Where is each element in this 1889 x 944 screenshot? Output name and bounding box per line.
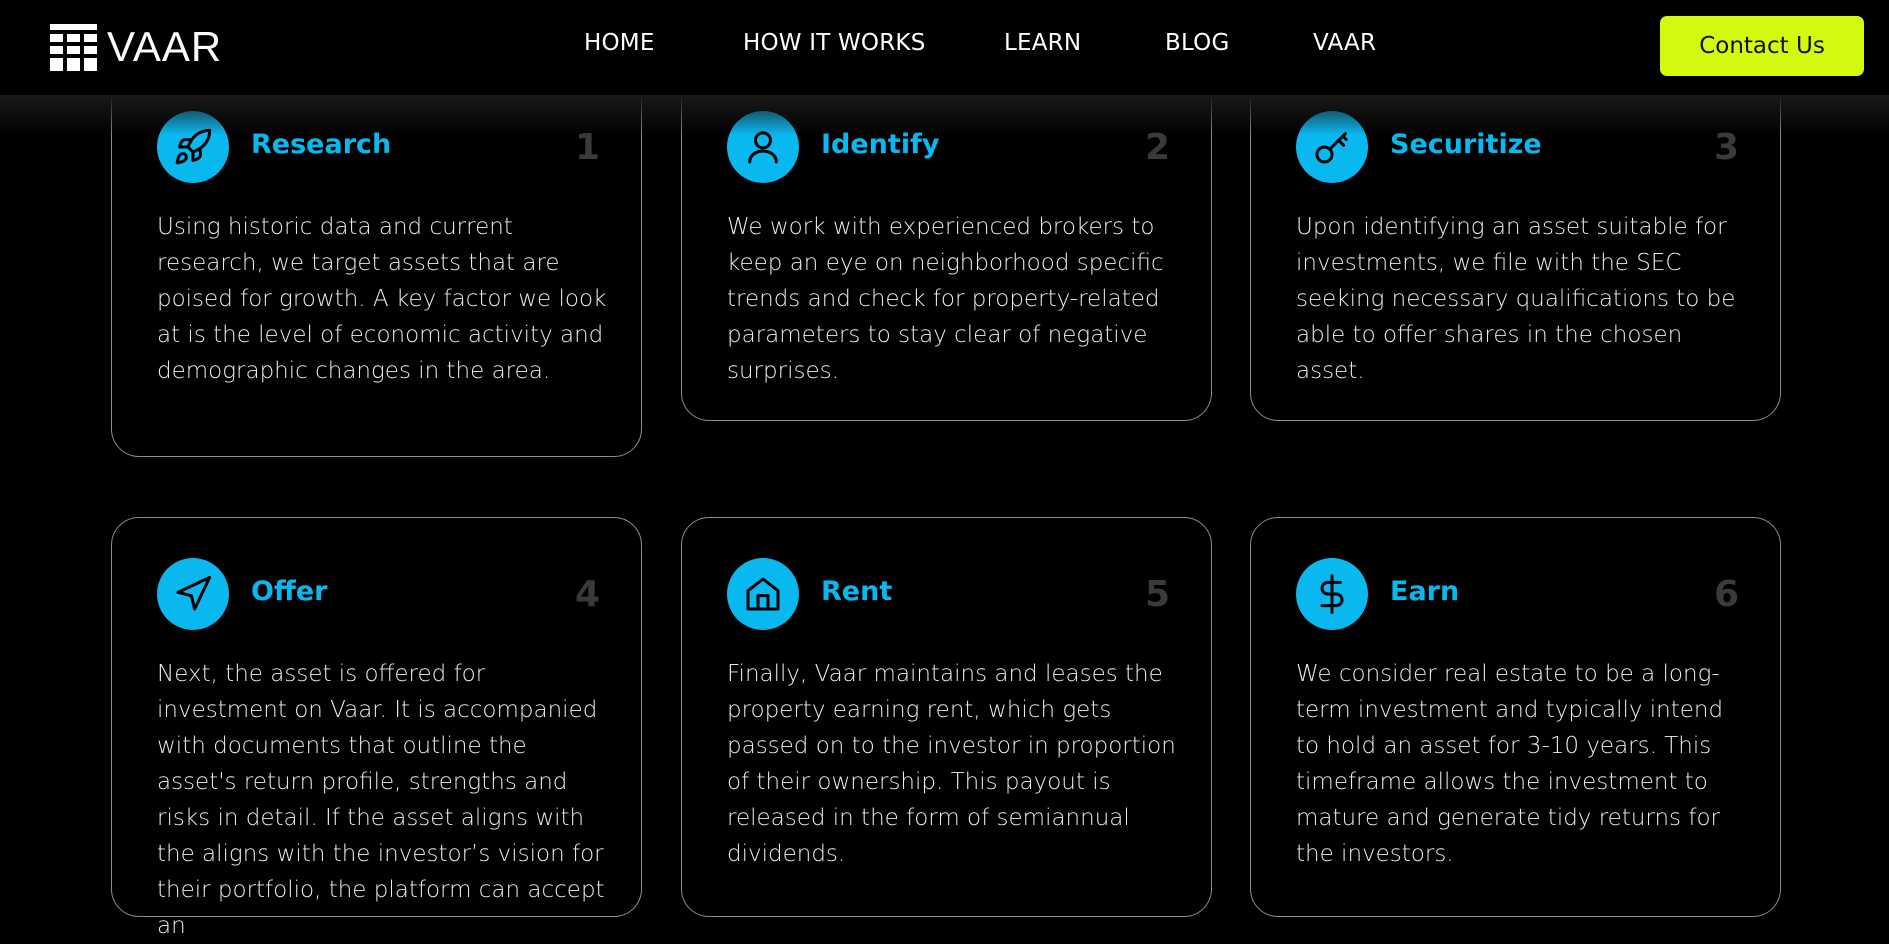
nav-blog[interactable]: BLOG — [1165, 30, 1230, 56]
step-number: 2 — [1144, 127, 1170, 168]
nav-home[interactable]: HOME — [584, 30, 655, 56]
card-header: Securitize 3 — [1296, 111, 1739, 183]
card-header: Offer 4 — [157, 558, 600, 630]
icon-badge — [727, 558, 799, 630]
card-description: Finally, Vaar maintains and leases the p… — [727, 661, 1176, 867]
step-card-offer: Offer 4 Next, the asset is offered for i… — [111, 517, 642, 939]
card-title: Offer — [251, 576, 328, 607]
card-title: Research — [251, 129, 392, 160]
logo-text: VAAR — [107, 23, 223, 70]
card-title: Identify — [821, 129, 940, 160]
card-header: Research 1 — [157, 111, 600, 183]
card-description: Next, the asset is offered for investmen… — [157, 661, 605, 939]
card-title: Earn — [1390, 576, 1460, 607]
icon-badge — [1296, 111, 1368, 183]
step-number: 6 — [1713, 574, 1739, 615]
card-description: We work with experienced brokers to keep… — [727, 214, 1164, 384]
card-description: We consider real estate to be a long-ter… — [1296, 661, 1724, 867]
step-card-identify: Identify 2 We work with experienced brok… — [681, 70, 1212, 421]
nav-learn[interactable]: LEARN — [1004, 30, 1081, 56]
icon-badge — [157, 558, 229, 630]
user-icon — [748, 131, 778, 164]
icon-badge — [1296, 558, 1368, 630]
nav-how-it-works[interactable]: HOW IT WORKS — [743, 30, 926, 56]
nav-vaar[interactable]: VAAR — [1313, 30, 1376, 56]
card-header: Earn 6 — [1296, 558, 1739, 630]
step-number: 1 — [574, 127, 600, 168]
logo-grid-icon — [50, 23, 97, 71]
card-description: Upon identifying an asset suitable for i… — [1296, 214, 1736, 384]
icon-badge — [727, 111, 799, 183]
rocket-icon — [175, 128, 212, 165]
contact-us-button[interactable]: Contact Us — [1660, 16, 1864, 76]
step-card-earn: Earn 6 We consider real estate to be a l… — [1250, 517, 1781, 917]
logo[interactable]: VAAR — [50, 22, 222, 72]
house-icon — [746, 577, 780, 611]
card-description: Using historic data and current research… — [157, 214, 607, 384]
card-header: Rent 5 — [727, 558, 1170, 630]
step-number: 5 — [1144, 574, 1170, 615]
dollar-icon — [1320, 574, 1344, 614]
step-card-research: Research 1 Using historic data and curre… — [111, 70, 642, 457]
key-icon — [1315, 132, 1348, 164]
card-header: Identify 2 — [727, 111, 1170, 183]
card-title: Rent — [821, 576, 893, 607]
step-number: 4 — [574, 574, 600, 615]
card-title: Securitize — [1390, 129, 1542, 160]
step-card-rent: Rent 5 Finally, Vaar maintains and lease… — [681, 517, 1212, 917]
icon-badge — [157, 111, 229, 183]
step-card-securitize: Securitize 3 Upon identifying an asset s… — [1250, 70, 1781, 421]
site-header: VAAR HOME HOW IT WORKS LEARN BLOG VAAR C… — [0, 0, 1889, 95]
navigation-arrow-icon — [176, 575, 212, 611]
step-number: 3 — [1713, 127, 1739, 168]
